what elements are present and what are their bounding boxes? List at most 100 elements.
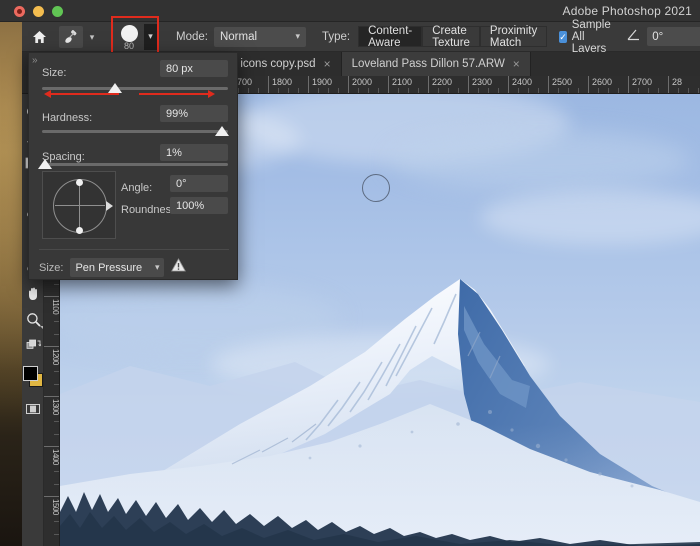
zoom-button[interactable] [52,6,63,17]
tool-edit-toolbar[interactable] [22,332,44,358]
annotation-arrow-left-line [51,93,119,95]
ruler-minor-tick [54,408,59,410]
brush-size-slider[interactable] [42,87,228,90]
ruler-minor-tick [54,521,59,522]
pen-pressure-row: Size: Pen Pressure ▾ [39,258,187,277]
ruler-minor-tick [54,333,59,335]
brush-preview[interactable]: 80 [114,22,144,52]
ruler-minor-tick [54,458,59,460]
foreground-color-swatch[interactable] [23,366,38,381]
brush-size-number: 80 [123,40,134,51]
pen-pressure-label: Size: [39,261,64,274]
chevron-down-icon[interactable]: ▾ [85,26,99,48]
options-bar: ▾ 80 ▾ Mode: Normal ▾ Type: Content-Awar… [22,15,700,60]
tool-hand[interactable] [22,280,44,306]
type-button-content-aware[interactable]: Content-Aware [358,25,423,49]
roundness-handle-bottom[interactable] [76,227,83,234]
ruler-minor-tick [54,508,59,510]
angle-horizontal-axis [55,205,105,206]
ruler-minor-tick [54,421,59,422]
photoshop-window: Adobe Photoshop 2021 ▾ 80 ▾ Mode: Normal… [0,0,700,546]
color-swatches[interactable] [22,362,44,396]
brush-size-slider-thumb[interactable] [108,83,122,93]
brush-cursor-circle [362,174,390,202]
app-title: Adobe Photoshop 2021 [562,4,692,18]
brush-spacing-slider[interactable] [42,163,228,166]
angle-circle-icon [53,179,107,233]
pen-pressure-select[interactable]: Pen Pressure ▾ [70,258,165,277]
mode-value: Normal [219,30,258,43]
close-icon[interactable]: × [324,57,331,71]
panel-divider [39,249,229,250]
brush-settings-panel: » Size: 80 px Hardness: 99% Spacing: 1% [28,52,238,280]
angle-roundness-control[interactable] [42,171,116,239]
sample-all-layers-label: Sample All Layers [571,18,611,55]
roundness-handle-top[interactable] [76,179,83,186]
brush-hardness-slider-thumb[interactable] [215,126,229,136]
ruler-minor-tick [54,433,59,435]
type-label: Type: [321,30,351,43]
ruler-minor-tick [54,308,59,310]
checkbox-checked-icon: ✓ [559,30,567,43]
ruler-tick-label: 28 [668,76,682,93]
brush-preset-picker[interactable]: 80 ▾ [111,15,160,60]
document-tab[interactable]: icons copy.psd × [230,52,342,76]
type-button-create-texture[interactable]: Create Texture [422,25,480,49]
angle-input[interactable]: 0° [647,27,700,46]
tool-quick-mask[interactable] [22,396,44,422]
angle-label: Angle: [121,182,153,194]
spot-healing-brush-tool[interactable]: ▾ [59,25,99,49]
angle-vertical-axis [79,182,80,230]
ruler-minor-tick [54,383,59,385]
brush-spacing-input[interactable]: 1% [160,144,228,161]
document-tab-active[interactable]: Loveland Pass Dillon 57.ARW × [341,52,531,76]
annotation-arrow-left-head [44,90,51,98]
brush-hardness-input[interactable]: 99% [160,105,228,122]
chevron-down-icon: ▾ [295,31,300,41]
angle-input-field[interactable]: 0° [170,175,228,192]
brush-dot-icon [120,24,138,42]
ruler-minor-tick [54,483,59,485]
desktop-background [0,0,22,546]
close-icon[interactable]: × [513,57,520,71]
ruler-minor-tick [54,533,59,535]
chevron-down-icon: ▾ [154,262,160,272]
type-button-proximity-match[interactable]: Proximity Match [479,25,548,49]
brush-size-input[interactable]: 80 px [160,60,228,77]
brush-size-label: Size: [42,67,67,79]
close-button[interactable] [14,6,25,17]
tab-label: icons copy.psd [240,58,316,70]
angle-row: Angle: 0° [121,175,228,196]
brush-spacing-slider-thumb[interactable] [38,159,52,169]
ruler-minor-tick [54,358,59,360]
angle-icon [627,28,642,46]
brush-hardness-row: Hardness: 99% [42,105,228,126]
spot-healing-brush-icon [59,25,83,48]
brush-size-row: Size: 80 px [42,60,228,81]
sample-all-layers-checkbox[interactable]: ✓ Sample All Layers [559,19,615,55]
pen-pressure-value: Pen Pressure [75,261,143,274]
annotation-arrow-right-line [139,93,209,95]
expand-icon[interactable]: » [32,55,37,66]
brush-preset-chevron-icon[interactable]: ▾ [144,23,157,50]
angle-pointer-icon[interactable] [106,201,113,211]
roundness-input-field[interactable]: 100% [170,197,228,214]
mode-select[interactable]: Normal ▾ [213,26,306,47]
angle-control[interactable]: 0° [627,27,700,46]
ruler-minor-tick [54,471,59,472]
brush-hardness-label: Hardness: [42,112,93,124]
window-controls [14,6,63,17]
ruler-minor-tick [54,371,59,372]
roundness-row: Roundness: 100% [121,197,228,218]
minimize-button[interactable] [33,6,44,17]
ruler-minor-tick [54,321,59,322]
warning-triangle-icon[interactable] [171,258,187,277]
type-button-group: Content-Aware Create Texture Proximity M… [358,25,548,49]
mode-label: Mode: [176,30,208,43]
tab-label: Loveland Pass Dillon 57.ARW [351,58,505,70]
brush-hardness-slider[interactable] [42,130,228,133]
tool-zoom[interactable] [22,306,44,332]
annotation-arrow-right-head [208,90,215,98]
home-icon[interactable] [32,26,47,48]
ruler-minor-tick [54,283,59,285]
